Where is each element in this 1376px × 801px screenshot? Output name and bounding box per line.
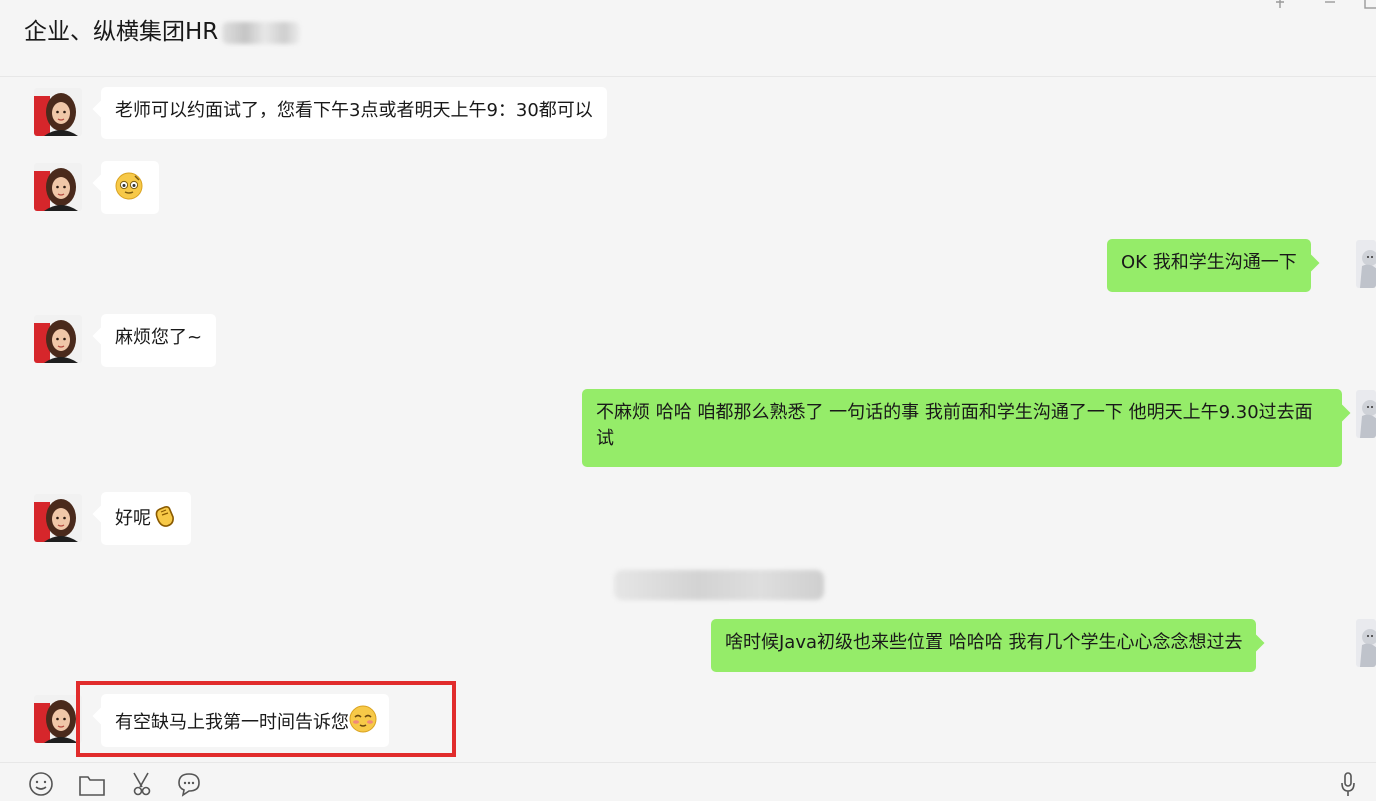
scissors-icon[interactable] (128, 771, 156, 801)
smirk-face-emoji (115, 172, 143, 200)
blurred-timestamp (614, 570, 824, 600)
message-text: 不麻烦 哈哈 咱都那么熟悉了 一句话的事 我前面和学生沟通了一下 他明天上午9.… (596, 402, 1313, 449)
chat-title: 企业、纵横集团HR (24, 16, 301, 48)
input-toolbar (0, 762, 1376, 797)
folder-icon[interactable] (78, 771, 106, 801)
pin-icon[interactable] (1272, 0, 1288, 14)
message-bubble-incoming[interactable] (101, 161, 159, 214)
minimize-icon[interactable] (1322, 0, 1338, 14)
message-bubble-outgoing[interactable]: OK 我和学生沟通一下 (1107, 239, 1311, 292)
chat-history-icon[interactable] (176, 771, 202, 801)
message-bubble-outgoing[interactable]: 啥时候Java初级也来些位置 哈哈哈 我有几个学生心心念念想过去 (711, 619, 1257, 672)
my-avatar[interactable] (1356, 390, 1376, 438)
hr-avatar[interactable] (34, 163, 82, 211)
message-bubble-incoming[interactable]: 老师可以约面试了，您看下午3点或者明天上午9：30都可以 (101, 87, 607, 139)
clapping-hands-emoji (151, 503, 177, 529)
hr-avatar[interactable] (34, 88, 82, 136)
message-text: 好呢 (115, 508, 151, 529)
message-bubble-incoming[interactable]: 麻烦您了~ (101, 314, 217, 367)
message-bubble-outgoing[interactable]: 不麻烦 哈哈 咱都那么熟悉了 一句话的事 我前面和学生沟通了一下 他明天上午9.… (582, 389, 1342, 467)
hr-avatar[interactable] (34, 695, 82, 743)
my-avatar[interactable] (1356, 619, 1376, 667)
highlight-box (76, 681, 456, 757)
chat-header: 企业、纵横集团HR (0, 0, 1376, 77)
chat-title-text: 企业、纵横集团HR (24, 19, 219, 45)
microphone-icon[interactable] (1340, 771, 1356, 801)
message-text: OK 我和学生沟通一下 (1121, 252, 1297, 273)
maximize-icon[interactable] (1364, 0, 1376, 14)
my-avatar[interactable] (1356, 240, 1376, 288)
message-text: 啥时候Java初级也来些位置 哈哈哈 我有几个学生心心念念想过去 (725, 632, 1243, 653)
message-text: 老师可以约面试了，您看下午3点或者明天上午9：30都可以 (115, 100, 593, 121)
hr-avatar[interactable] (34, 494, 82, 542)
blurred-name (222, 21, 301, 44)
message-bubble-incoming[interactable]: 好呢 (101, 492, 191, 545)
hr-avatar[interactable] (34, 315, 82, 363)
message-text: 麻烦您了~ (115, 327, 203, 348)
emoji-icon[interactable] (28, 771, 54, 801)
